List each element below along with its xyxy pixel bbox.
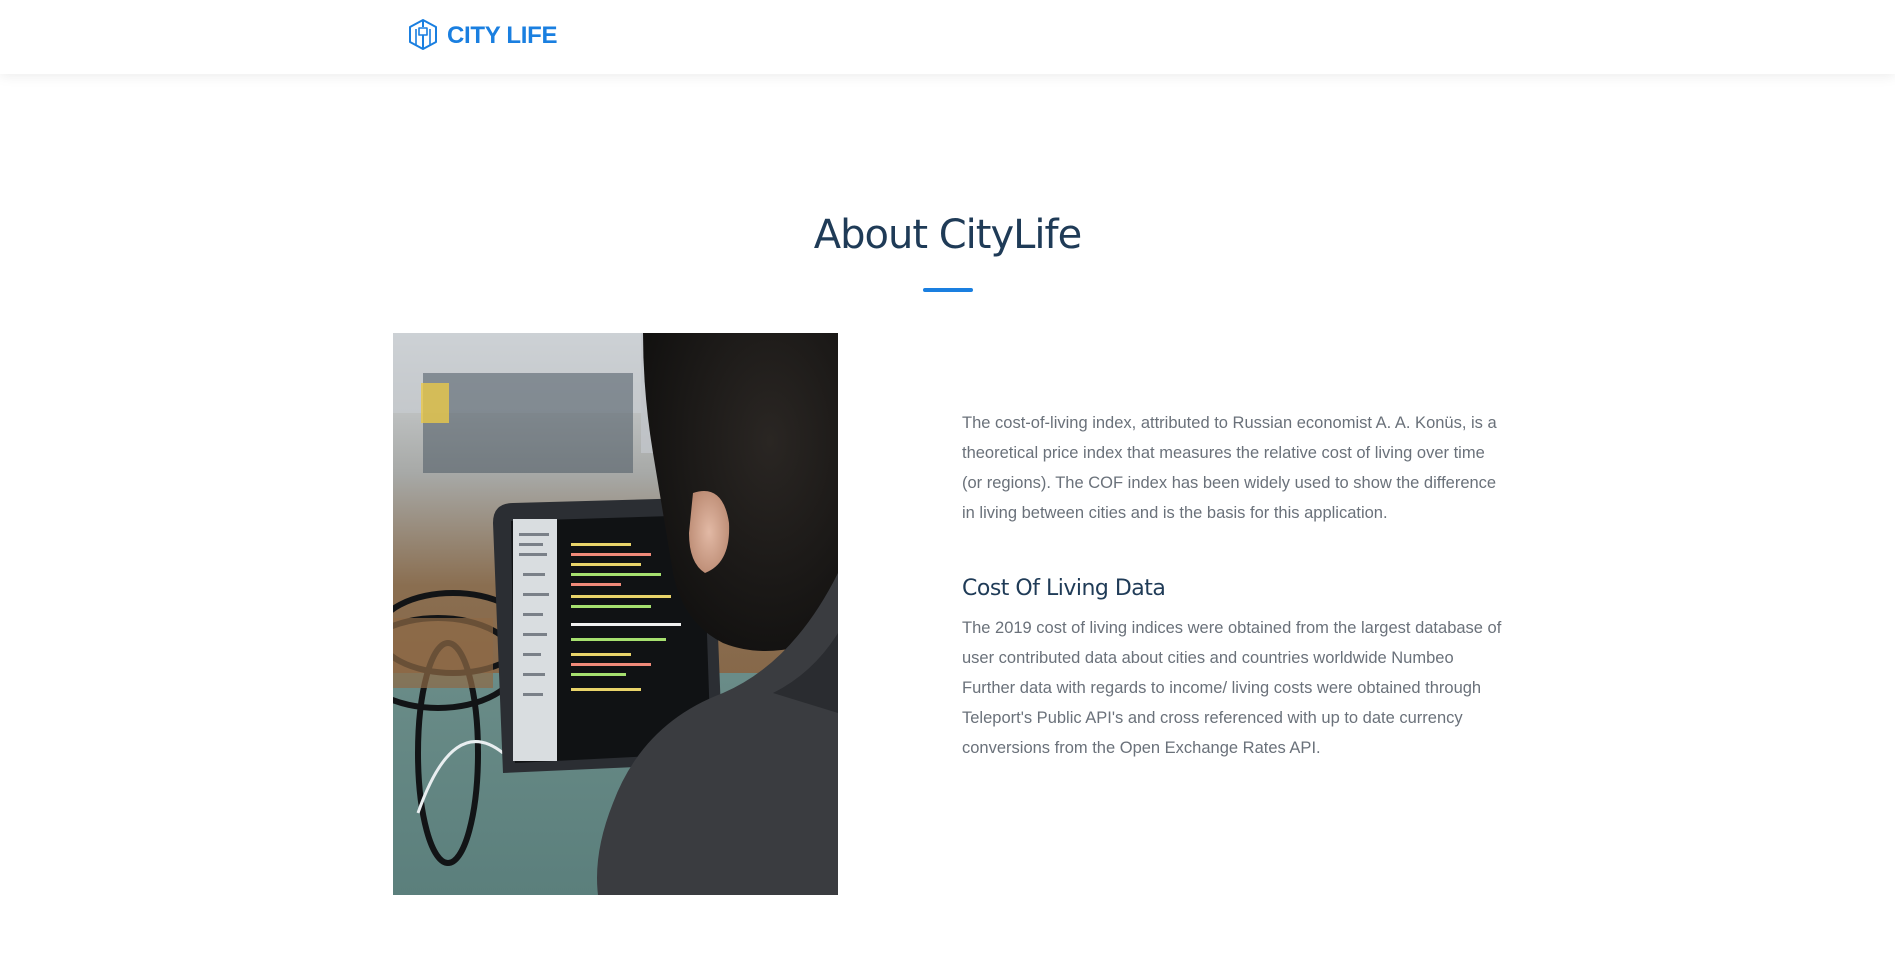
data-sources-paragraph: The 2019 cost of living indices were obt… [962, 619, 1502, 757]
title-underline [923, 288, 973, 292]
brand-name: CITY LIFE [447, 22, 558, 49]
page-title: About CityLife [813, 212, 1082, 258]
building-icon [407, 18, 447, 55]
cost-of-living-heading: Cost Of Living Data [962, 576, 1166, 601]
navbar: CITY LIFE [0, 0, 1895, 74]
brand-logo-link[interactable]: CITY LIFE [407, 18, 558, 55]
about-photo [393, 333, 838, 895]
intro-paragraph: The cost-of-living index, attributed to … [962, 414, 1497, 522]
about-content: The cost-of-living index, attributed to … [962, 408, 1507, 763]
